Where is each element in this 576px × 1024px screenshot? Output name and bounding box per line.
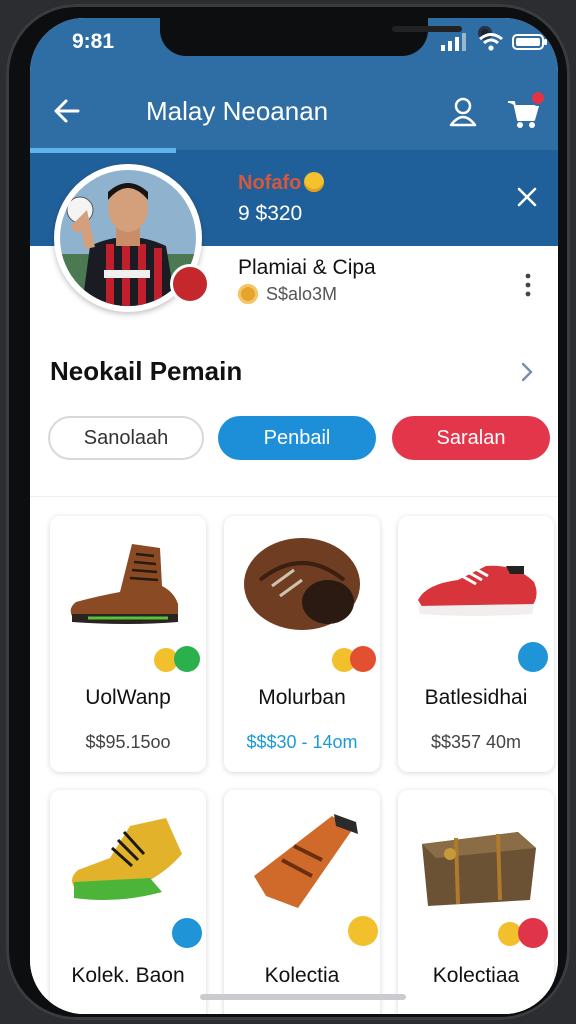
- info-badge-icon: [518, 642, 548, 672]
- product-name: Batlesidhai: [424, 686, 528, 709]
- leather-ball-image: [244, 538, 360, 630]
- smile-emoji-icon: [348, 916, 378, 946]
- filter-penbail[interactable]: Penbail: [218, 416, 376, 460]
- green-boot-image: [72, 818, 182, 900]
- product-price: $$$30 - 14om: [246, 732, 358, 752]
- profile-name: Nofafo: [238, 172, 302, 194]
- signal-icon: [441, 33, 466, 51]
- profile-name-row: Nofafo: [238, 172, 325, 195]
- filter-sanolaah[interactable]: Sanolaah: [48, 416, 204, 460]
- product-card[interactable]: Kolectia: [224, 790, 380, 1014]
- screen: 9:81 Malay Neoanan Nofafo 9 $320 Plamiai…: [30, 18, 558, 1014]
- treasure-chest-image: [422, 832, 536, 906]
- club-badge-icon: [170, 264, 210, 304]
- filter-saralan[interactable]: Saralan: [392, 416, 550, 460]
- coin-icon: [238, 284, 258, 304]
- profile-meta: S$alo3M: [266, 284, 338, 304]
- close-icon[interactable]: [514, 184, 540, 210]
- profile-number: 9 $320: [238, 202, 303, 225]
- product-name: Molurban: [258, 686, 346, 709]
- battery-icon: [512, 34, 547, 50]
- category-badge-icon: [518, 918, 548, 948]
- product-name: UolWanp: [85, 686, 171, 709]
- user-icon[interactable]: [446, 94, 480, 128]
- product-card[interactable]: Kolectiaa: [398, 790, 554, 1014]
- product-name: Kolek. Baon: [71, 964, 185, 987]
- product-price: $$95.15oo: [85, 732, 171, 752]
- cart-button[interactable]: [504, 90, 546, 130]
- more-options-icon[interactable]: [522, 272, 534, 298]
- active-tab-indicator: [30, 148, 176, 153]
- leather-boot-image: [70, 544, 178, 624]
- smile-emoji-icon: [304, 172, 325, 192]
- leather-holster-image: [254, 814, 358, 908]
- page-title: Malay Neoanan: [146, 96, 329, 126]
- product-price: $$357 40m: [430, 732, 522, 752]
- red-shoe-image: [418, 565, 537, 616]
- status-time: 9:81: [72, 30, 115, 53]
- chevron-right-icon[interactable]: [516, 358, 538, 386]
- back-arrow-icon[interactable]: [50, 94, 84, 128]
- product-card[interactable]: Kolek. Baon: [50, 790, 206, 1014]
- product-card[interactable]: Molurban $$$30 - 14om: [224, 516, 380, 772]
- add-icon[interactable]: [172, 918, 202, 948]
- cart-notification-dot: [530, 90, 546, 106]
- section-title: Neokail Pemain: [50, 356, 243, 386]
- divider: [30, 496, 558, 497]
- product-name: Kolectiaa: [432, 964, 520, 987]
- profile-subtitle: Plamiai & Cipa: [238, 256, 376, 279]
- product-card[interactable]: UolWanp $$95.15oo: [50, 516, 206, 772]
- home-indicator[interactable]: [200, 994, 406, 1000]
- product-card[interactable]: Batlesidhai $$357 40m: [398, 516, 554, 772]
- category-badge-icon: [174, 646, 200, 672]
- wifi-icon: [479, 33, 503, 51]
- notch: [160, 18, 492, 56]
- phone-frame: 9:81 Malay Neoanan Nofafo 9 $320 Plamiai…: [6, 4, 570, 1020]
- category-badge-icon: [350, 646, 376, 672]
- product-name: Kolectia: [264, 964, 340, 987]
